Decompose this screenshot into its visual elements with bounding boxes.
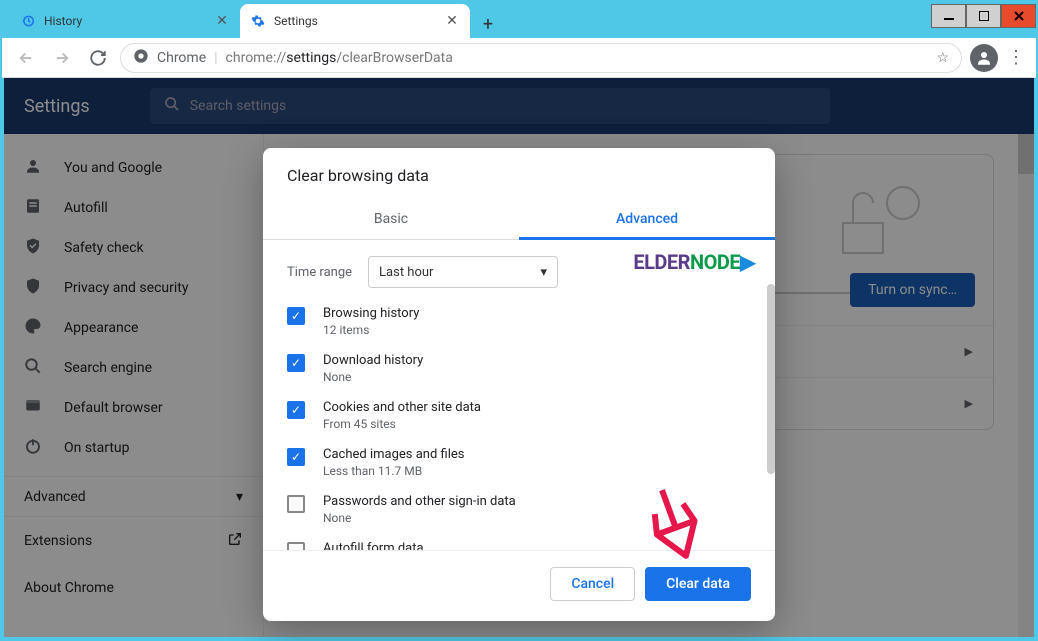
back-button[interactable] — [12, 44, 40, 72]
reload-button[interactable] — [84, 44, 112, 72]
checkbox-icon[interactable]: ✓ — [287, 448, 305, 466]
profile-avatar[interactable] — [970, 44, 998, 72]
option-cookies[interactable]: ✓Cookies and other site dataFrom 45 site… — [287, 400, 751, 431]
clear-data-button[interactable]: Clear data — [645, 567, 751, 601]
tab-settings[interactable]: Settings ✕ — [240, 4, 470, 38]
tab-title: History — [44, 14, 206, 28]
address-bar[interactable]: Chrome | chrome://settings/clearBrowserD… — [120, 43, 962, 73]
clear-browsing-data-dialog: Clear browsing data Basic Advanced ELDER… — [263, 148, 775, 621]
kebab-menu-icon[interactable]: ⋮ — [1006, 47, 1026, 68]
modal-overlay: Clear browsing data Basic Advanced ELDER… — [4, 78, 1034, 637]
option-download-history[interactable]: ✓Download historyNone — [287, 353, 751, 384]
option-passwords[interactable]: ✓Passwords and other sign-in dataNone — [287, 494, 751, 525]
dialog-scrollbar[interactable] — [767, 284, 775, 550]
eldernode-watermark: ELDERNODE▶ — [633, 250, 755, 274]
checkbox-icon[interactable]: ✓ — [287, 495, 305, 513]
close-window-button[interactable] — [1001, 4, 1036, 28]
option-browsing-history[interactable]: ✓Browsing history12 items — [287, 306, 751, 337]
omnibox-url: chrome://settings/clearBrowserData — [226, 50, 453, 66]
omnibox-chrome-label: Chrome — [157, 50, 206, 66]
checkbox-icon[interactable]: ✓ — [287, 307, 305, 325]
cancel-button[interactable]: Cancel — [550, 567, 635, 601]
maximize-button[interactable] — [966, 4, 1001, 28]
new-tab-button[interactable]: + — [474, 10, 502, 38]
dialog-footer: Cancel Clear data — [263, 550, 775, 621]
tab-history[interactable]: History ✕ — [10, 4, 240, 38]
separator: | — [214, 50, 217, 66]
checkbox-icon[interactable]: ✓ — [287, 401, 305, 419]
history-icon — [20, 13, 36, 29]
time-range-select[interactable]: Last hour ▾ — [368, 256, 558, 288]
dialog-title: Clear browsing data — [263, 148, 775, 199]
forward-button[interactable] — [48, 44, 76, 72]
chrome-icon — [133, 48, 149, 68]
close-icon[interactable]: ✕ — [444, 13, 460, 29]
browser-toolbar: Chrome | chrome://settings/clearBrowserD… — [2, 38, 1036, 78]
dialog-tabs: Basic Advanced — [263, 199, 775, 240]
chevron-down-icon: ▾ — [541, 265, 548, 280]
option-autofill-form[interactable]: ✓Autofill form data — [287, 541, 751, 550]
time-range-label: Time range — [287, 265, 352, 280]
tab-title: Settings — [274, 14, 436, 28]
bookmark-icon[interactable]: ☆ — [936, 50, 949, 66]
option-cached-images[interactable]: ✓Cached images and filesLess than 11.7 M… — [287, 447, 751, 478]
tab-basic[interactable]: Basic — [263, 199, 519, 239]
close-icon[interactable]: ✕ — [214, 13, 230, 29]
gear-icon — [250, 13, 266, 29]
checkbox-icon[interactable]: ✓ — [287, 542, 305, 550]
minimize-button[interactable] — [931, 4, 966, 28]
tab-strip: History ✕ Settings ✕ + — [2, 2, 926, 38]
tab-advanced[interactable]: Advanced — [519, 199, 775, 239]
checkbox-icon[interactable]: ✓ — [287, 354, 305, 372]
